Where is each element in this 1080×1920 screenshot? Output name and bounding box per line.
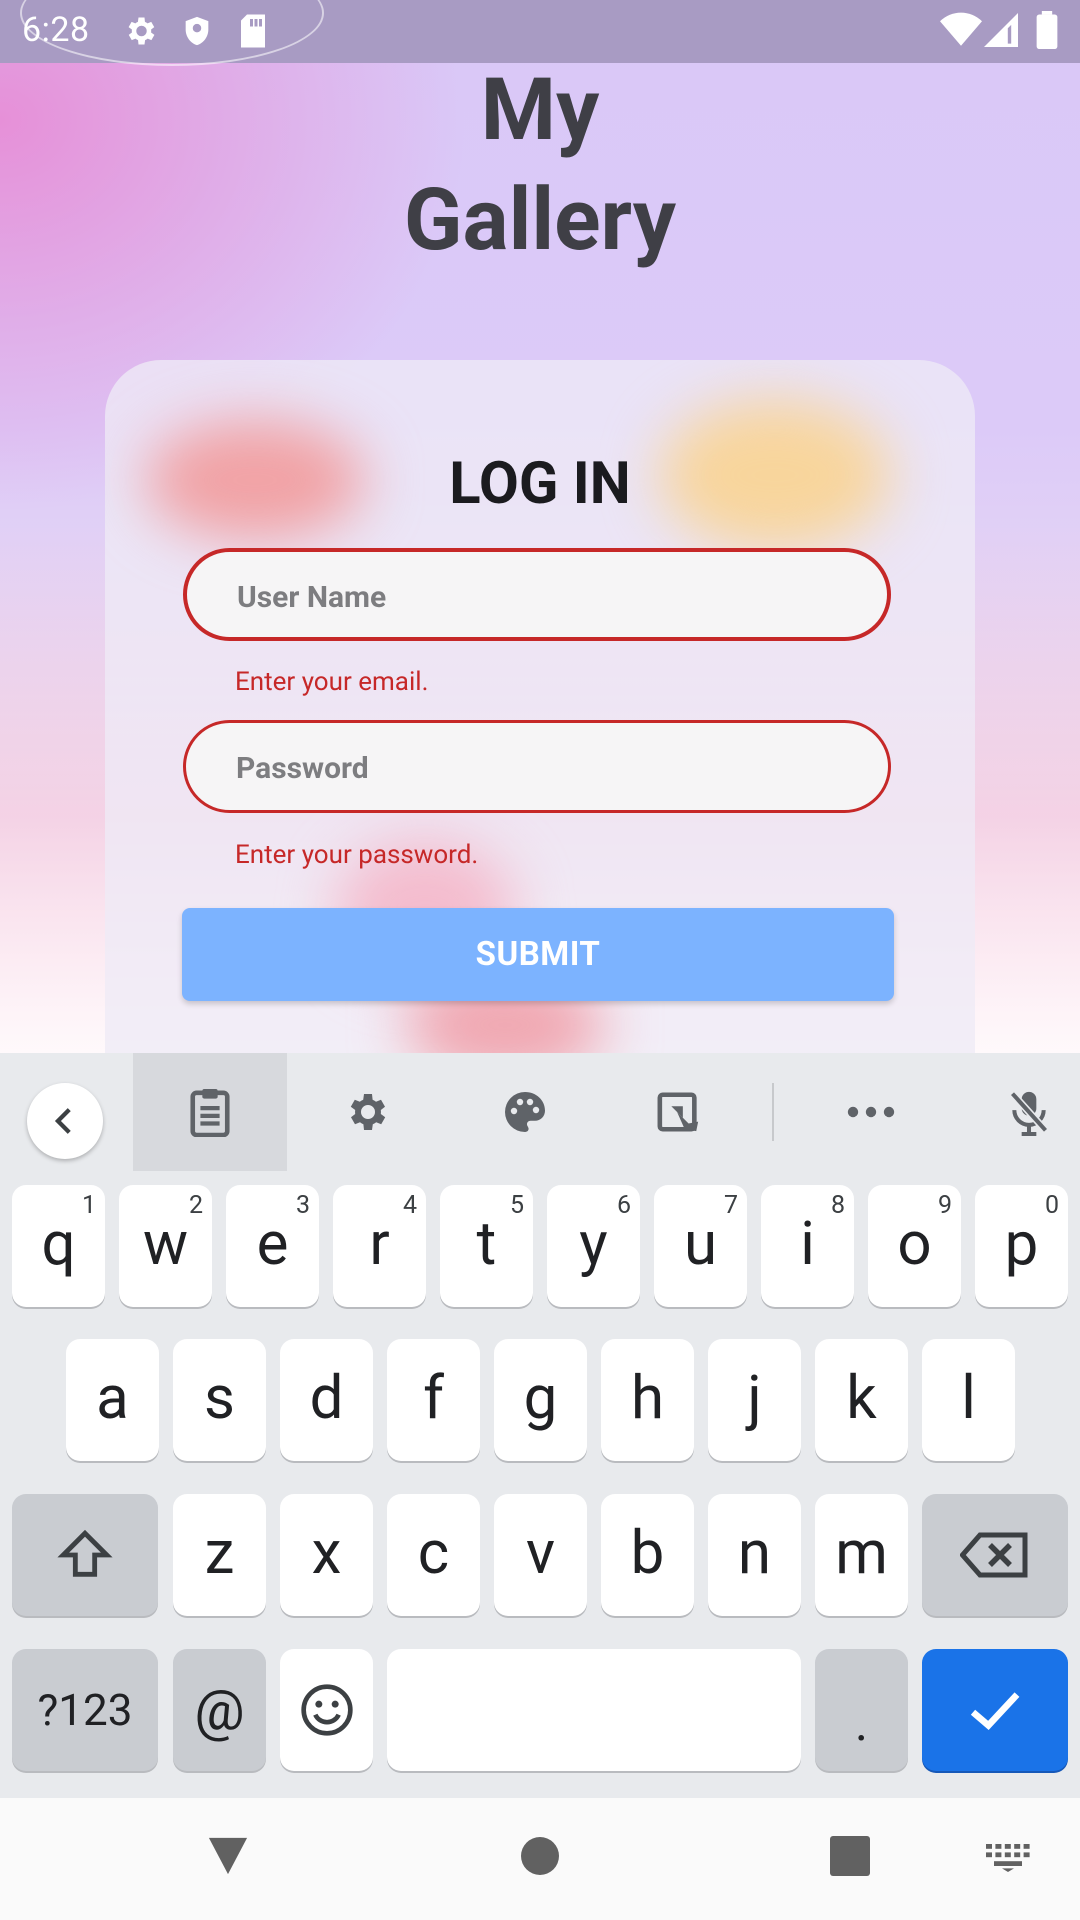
battery-icon bbox=[1036, 11, 1058, 53]
key-d[interactable]: d bbox=[280, 1339, 373, 1461]
key-g[interactable]: g bbox=[494, 1339, 587, 1461]
symbols-key[interactable]: ?123 bbox=[12, 1649, 158, 1771]
key-b[interactable]: b bbox=[601, 1494, 694, 1616]
sd-card-icon bbox=[238, 13, 268, 53]
enter-key[interactable] bbox=[922, 1649, 1068, 1771]
space-key[interactable] bbox=[387, 1649, 801, 1771]
toolbar-divider bbox=[772, 1083, 774, 1141]
more-icon[interactable] bbox=[826, 1053, 916, 1171]
key-j[interactable]: j bbox=[708, 1339, 801, 1461]
key-a[interactable]: a bbox=[66, 1339, 159, 1461]
period-key[interactable]: . bbox=[815, 1649, 908, 1771]
keyboard-switcher-icon[interactable] bbox=[986, 1844, 1030, 1876]
key-o[interactable]: o9 bbox=[868, 1185, 961, 1307]
key-k[interactable]: k bbox=[815, 1339, 908, 1461]
emoji-smile-icon bbox=[300, 1684, 353, 1736]
key-m[interactable]: m bbox=[815, 1494, 908, 1616]
key-w[interactable]: w2 bbox=[119, 1185, 212, 1307]
app-title-line2: Gallery bbox=[403, 169, 677, 270]
app-title-line1: My bbox=[480, 59, 600, 160]
key-u[interactable]: u7 bbox=[654, 1185, 747, 1307]
submit-button[interactable]: SUBMIT bbox=[182, 908, 894, 1001]
key-i[interactable]: i8 bbox=[761, 1185, 854, 1307]
soft-keyboard: q1 w2 e3 r4 t5 y6 u7 i8 o9 p0 a s d f g … bbox=[0, 1053, 1080, 1798]
recents-square-icon[interactable] bbox=[830, 1836, 870, 1880]
signal-icon bbox=[984, 12, 1018, 52]
password-error: Enter your password. bbox=[235, 840, 479, 870]
back-triangle-icon[interactable] bbox=[205, 1834, 251, 1880]
status-bar: 6:28 bbox=[0, 0, 1080, 66]
login-heading: LOG IN bbox=[449, 450, 631, 518]
checkmark-icon bbox=[970, 1692, 1020, 1730]
password-placeholder: Password bbox=[236, 751, 369, 786]
key-t[interactable]: t5 bbox=[440, 1185, 533, 1307]
key-x[interactable]: x bbox=[280, 1494, 373, 1616]
key-r[interactable]: r4 bbox=[333, 1185, 426, 1307]
key-f[interactable]: f bbox=[387, 1339, 480, 1461]
key-z[interactable]: z bbox=[173, 1494, 266, 1616]
key-l[interactable]: l bbox=[922, 1339, 1015, 1461]
username-error: Enter your email. bbox=[235, 667, 429, 697]
chevron-left-icon[interactable] bbox=[27, 1083, 103, 1159]
username-field[interactable]: User Name bbox=[183, 548, 891, 641]
mic-off-icon[interactable] bbox=[984, 1053, 1074, 1171]
shift-arrow-icon bbox=[57, 1529, 113, 1577]
keyboard-settings-gear-icon[interactable] bbox=[324, 1053, 408, 1171]
backspace-key[interactable] bbox=[922, 1494, 1068, 1616]
palette-icon[interactable] bbox=[480, 1053, 570, 1171]
key-e[interactable]: e3 bbox=[226, 1185, 319, 1307]
shift-key[interactable] bbox=[12, 1494, 158, 1616]
at-key[interactable]: @ bbox=[173, 1649, 266, 1771]
key-p[interactable]: p0 bbox=[975, 1185, 1068, 1307]
clipboard-icon[interactable] bbox=[133, 1053, 287, 1171]
key-n[interactable]: n bbox=[708, 1494, 801, 1616]
shield-icon bbox=[180, 13, 214, 53]
key-h[interactable]: h bbox=[601, 1339, 694, 1461]
status-time: 6:28 bbox=[22, 10, 90, 50]
wifi-icon bbox=[940, 12, 982, 52]
emoji-key[interactable] bbox=[280, 1649, 373, 1771]
backspace-icon bbox=[960, 1532, 1028, 1578]
key-v[interactable]: v bbox=[494, 1494, 587, 1616]
settings-gear-icon bbox=[122, 13, 158, 53]
key-s[interactable]: s bbox=[173, 1339, 266, 1461]
home-circle-icon[interactable] bbox=[520, 1836, 560, 1880]
one-handed-mode-icon[interactable] bbox=[634, 1053, 724, 1171]
key-c[interactable]: c bbox=[387, 1494, 480, 1616]
password-field[interactable]: Password bbox=[183, 720, 891, 813]
key-y[interactable]: y6 bbox=[547, 1185, 640, 1307]
key-q[interactable]: q1 bbox=[12, 1185, 105, 1307]
navigation-bar bbox=[0, 1798, 1080, 1920]
username-placeholder: User Name bbox=[237, 580, 387, 615]
keyboard-toolbar bbox=[0, 1053, 1080, 1171]
